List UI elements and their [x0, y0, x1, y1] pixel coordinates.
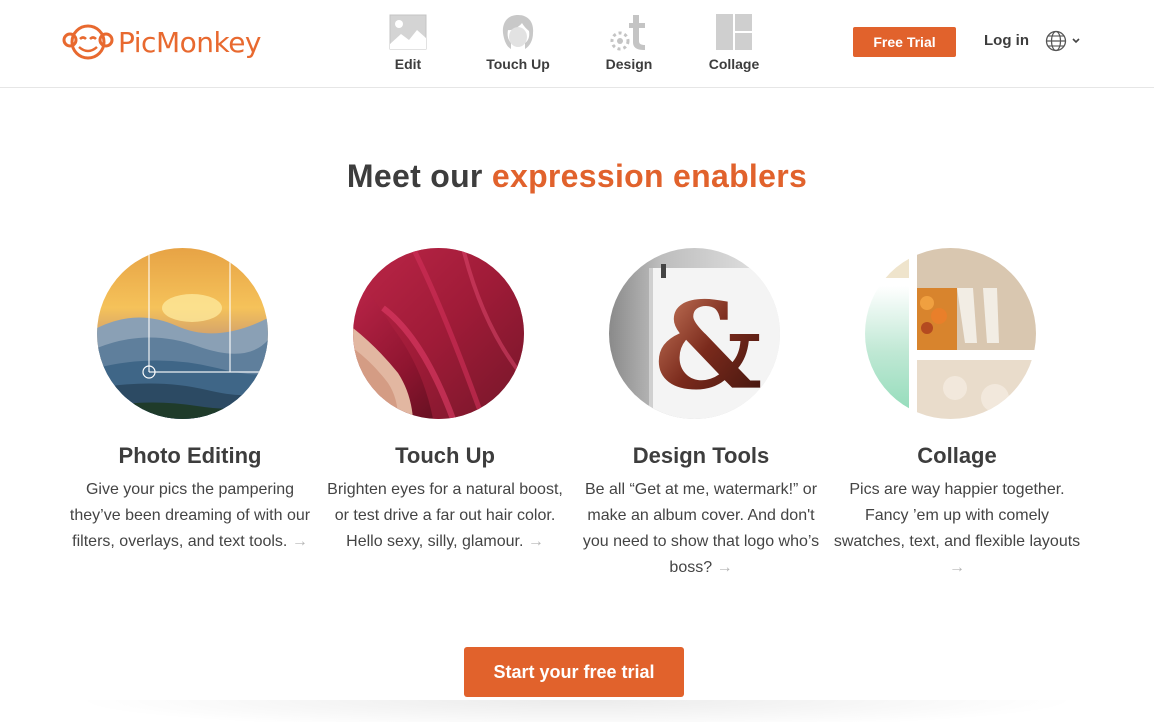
nav-item-collage[interactable]: Collage: [669, 12, 799, 72]
site-header: PicMonkey Edit Touch Up Design Collage F…: [0, 0, 1154, 88]
globe-icon: [1045, 30, 1067, 52]
login-link[interactable]: Log in: [984, 32, 1029, 49]
nav-item-edit[interactable]: Edit: [370, 12, 446, 72]
feature-design-tools: & Design Tools Be all “Get at me, waterm…: [576, 248, 826, 581]
image-icon: [388, 12, 428, 52]
headline-prefix: Meet our: [346, 158, 483, 194]
photo-editing-image[interactable]: [97, 248, 268, 419]
feature-description: Be all “Get at me, watermark!” or make a…: [582, 481, 820, 576]
feature-title: Touch Up: [395, 443, 495, 468]
nav-label: Edit: [394, 56, 422, 72]
nav-item-touch-up[interactable]: Touch Up: [447, 12, 589, 72]
free-trial-button[interactable]: Free Trial: [853, 27, 956, 57]
monkey-logo-icon: [62, 24, 114, 60]
arrow-right-icon[interactable]: →: [717, 559, 733, 576]
design-icon: [609, 12, 649, 52]
feature-photo-editing: Photo Editing Give your pics the pamperi…: [65, 248, 315, 555]
arrow-right-icon[interactable]: →: [949, 559, 965, 576]
arrow-right-icon[interactable]: →: [292, 533, 308, 550]
start-free-trial-button[interactable]: Start your free trial: [464, 647, 684, 697]
nav-label: Touch Up: [486, 56, 550, 72]
headline-accent: expression enablers: [491, 158, 808, 194]
feature-title: Collage: [917, 443, 997, 468]
design-tools-image[interactable]: &: [609, 248, 780, 419]
arrow-right-icon[interactable]: →: [528, 533, 544, 550]
face-icon: [498, 12, 538, 52]
touch-up-image[interactable]: [353, 248, 524, 419]
chevron-down-icon: [1072, 38, 1080, 44]
collage-icon: [714, 12, 754, 52]
feature-touch-up: Touch Up Brighten eyes for a natural boo…: [320, 248, 570, 555]
feature-collage: Collage Pics are way happier together. F…: [832, 248, 1082, 581]
feature-description: Brighten eyes for a natural boost, or te…: [327, 481, 563, 550]
main-nav: Edit Touch Up Design Collage: [370, 12, 799, 72]
language-selector[interactable]: [1045, 30, 1081, 52]
collage-image[interactable]: [865, 248, 1036, 419]
feature-description: Pics are way happier together. Fancy ’em…: [833, 481, 1081, 576]
svg-text:&: &: [654, 276, 762, 417]
logo-wordmark: PicMonkey: [118, 25, 262, 59]
feature-title: Photo Editing: [118, 443, 262, 468]
nav-label: Collage: [708, 56, 760, 72]
section-divider-shadow: [70, 700, 1084, 722]
nav-label: Design: [605, 56, 653, 72]
feature-title: Design Tools: [632, 443, 770, 468]
section-headline: Meet our expression enablers: [0, 158, 1154, 195]
feature-description: Give your pics the pampering they’ve bee…: [69, 481, 311, 550]
picmonkey-logo[interactable]: PicMonkey: [62, 22, 262, 62]
nav-item-design[interactable]: Design: [589, 12, 669, 72]
